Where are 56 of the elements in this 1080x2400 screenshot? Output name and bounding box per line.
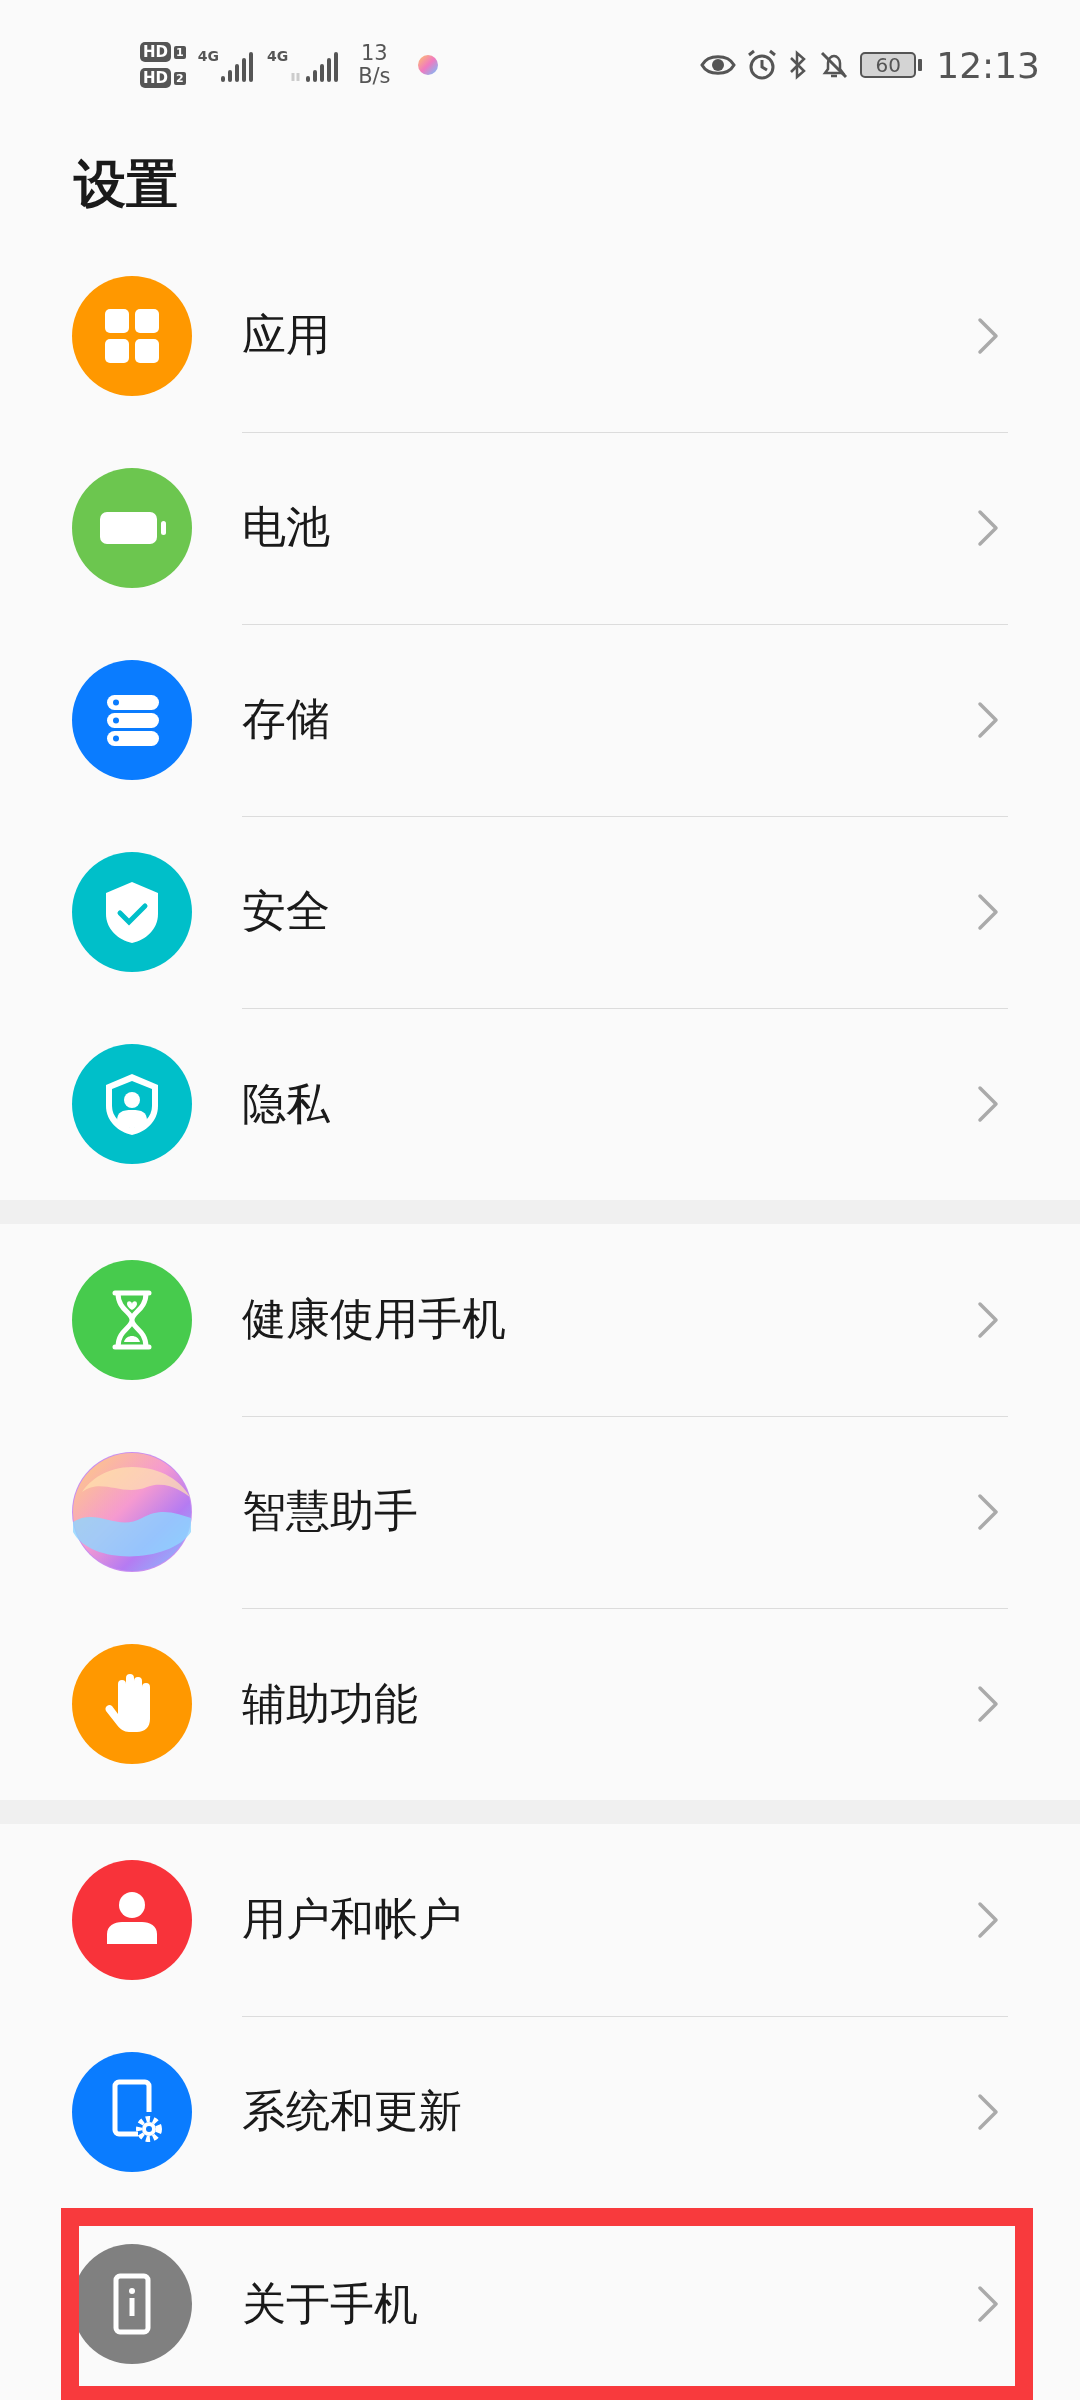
assistant-icon	[72, 1452, 192, 1572]
storage-icon	[72, 660, 192, 780]
settings-item[interactable]: 用户和帐户	[0, 1824, 1080, 2016]
battery-icon	[72, 468, 192, 588]
item-label: 电池	[242, 500, 331, 554]
security-icon	[72, 852, 192, 972]
item-label: 用户和帐户	[242, 1892, 463, 1946]
alarm-icon	[746, 49, 779, 81]
hd-badge: HD	[140, 42, 171, 62]
settings-item[interactable]: 健康使用手机	[0, 1224, 1080, 1416]
privacy-icon	[72, 1044, 192, 1164]
speed-value: 13	[361, 41, 388, 65]
settings-item[interactable]: 系统和更新	[0, 2016, 1080, 2208]
settings-item[interactable]: 关于手机	[0, 2208, 1080, 2400]
apps-icon	[72, 276, 192, 396]
item-label: 系统和更新	[242, 2084, 463, 2138]
chevron-icon	[976, 1684, 1000, 1724]
clock-time: 12:13	[936, 44, 1040, 86]
chevron-icon	[976, 1084, 1000, 1124]
chevron-icon	[976, 2284, 1000, 2324]
page-title: 设置	[72, 153, 179, 216]
user-icon	[72, 1860, 192, 1980]
chevron-icon	[976, 2091, 1000, 2132]
settings-item[interactable]: 智慧助手	[0, 1416, 1080, 1608]
settings-item[interactable]: 安全	[0, 816, 1080, 1008]
item-label: 应用	[242, 308, 331, 362]
eye-icon	[700, 52, 737, 78]
chevron-icon	[976, 1899, 1000, 1940]
hd-badge: HD	[140, 68, 171, 88]
system-icon	[72, 2052, 192, 2172]
settings-item[interactable]: 辅助功能	[0, 1608, 1080, 1800]
item-label: 辅助功能	[242, 1676, 419, 1731]
assistant-icon	[416, 54, 439, 76]
hourglass-icon	[72, 1260, 192, 1380]
sim-slot: 1	[174, 45, 186, 59]
settings-item[interactable]: 应用	[0, 240, 1080, 432]
network-type: 4G	[197, 48, 219, 64]
speed-unit: B/s	[358, 65, 391, 89]
item-label: 隐私	[242, 1076, 331, 1131]
chevron-icon	[976, 891, 1000, 932]
item-label: 安全	[242, 884, 331, 938]
item-label: 存储	[242, 692, 331, 746]
settings-item[interactable]: 隐私	[0, 1008, 1080, 1200]
chevron-icon	[976, 699, 1000, 740]
chevron-icon	[976, 315, 1000, 356]
settings-item[interactable]: 电池	[0, 432, 1080, 624]
item-label: 健康使用手机	[242, 1292, 507, 1346]
hand-icon	[72, 1644, 192, 1764]
chevron-icon	[976, 507, 1000, 548]
chevron-icon	[976, 1491, 1000, 1532]
sim-slot: 2	[174, 71, 186, 85]
item-label: 关于手机	[242, 2276, 419, 2331]
network-type: 4G	[266, 48, 289, 64]
item-label: 智慧助手	[242, 1484, 419, 1538]
chevron-icon	[976, 1299, 1000, 1340]
settings-item[interactable]: 存储	[0, 624, 1080, 816]
